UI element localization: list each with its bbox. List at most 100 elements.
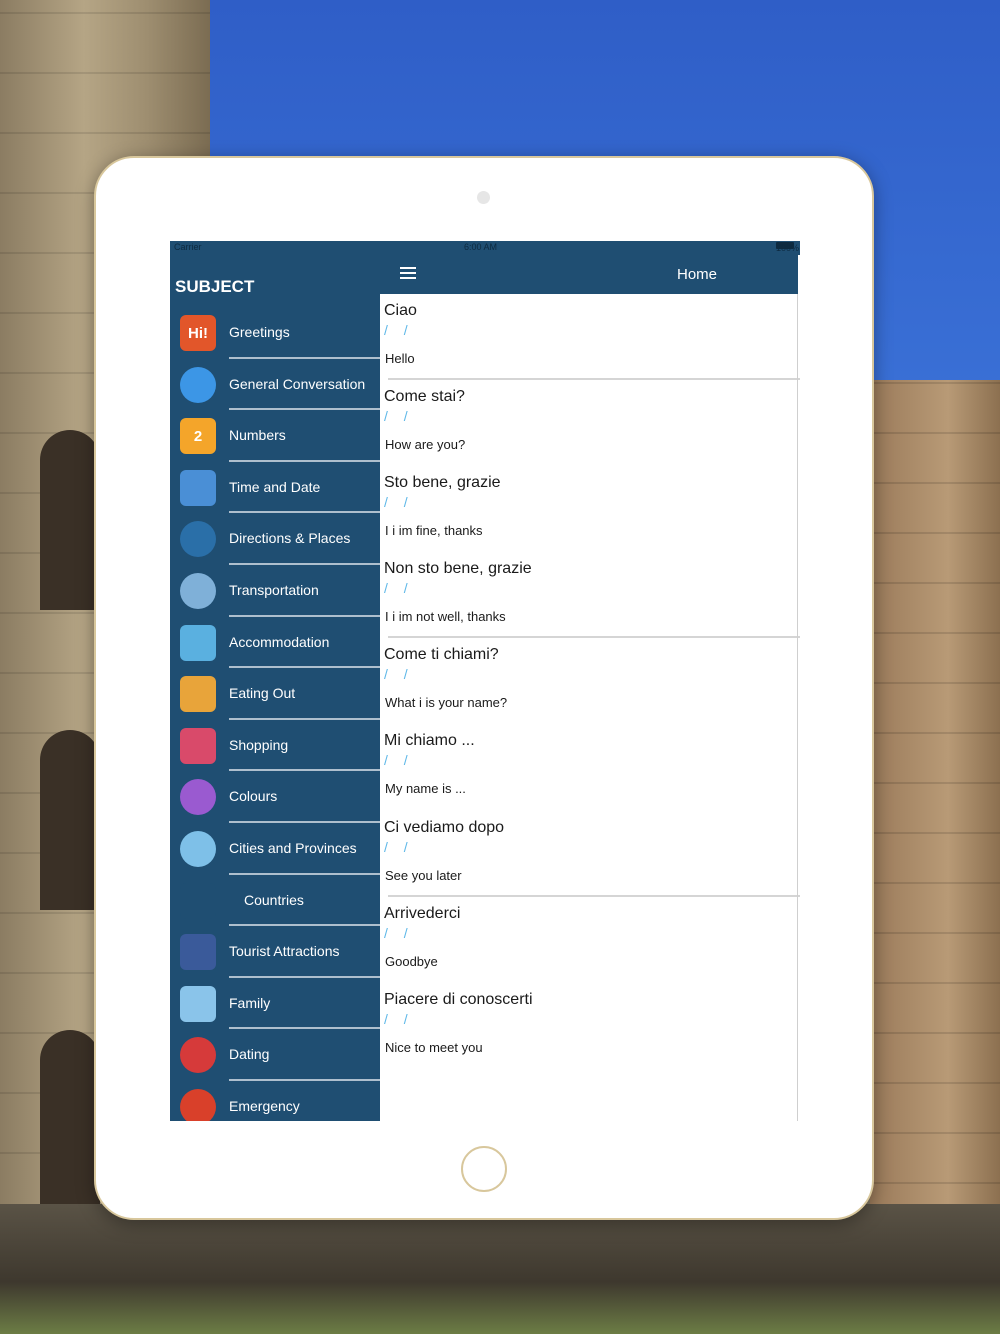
italian-phrase: Ciao	[384, 302, 417, 319]
phrase-row[interactable]: Arrivederci / / Goodbye	[380, 897, 800, 983]
landmark-photo-icon	[180, 934, 216, 971]
speech-bubbles-icon	[180, 366, 216, 403]
phrase-list: Ciao / / Hello Come stai? / / How are you? Sto…	[380, 294, 800, 1121]
clock-label: 6:00 AM	[464, 242, 498, 252]
sidebar-item-numbers[interactable]: 2 Numbers	[170, 410, 380, 462]
english-translation: See you later	[385, 867, 462, 883]
beach-icon	[180, 624, 216, 661]
sidebar-item-shopping[interactable]: Shopping	[170, 720, 380, 772]
sidebar-item-transportation[interactable]: Transportation	[170, 565, 380, 617]
sidebar-item-label: Countries	[244, 891, 304, 908]
sidebar-item-dating[interactable]: Dating	[170, 1029, 380, 1081]
home-button[interactable]	[461, 1146, 507, 1192]
italian-phrase: Come ti chiami?	[384, 646, 499, 664]
english-translation: How are you?	[385, 437, 466, 453]
english-translation: I i im not well, thanks	[385, 609, 506, 625]
scrollbar[interactable]	[797, 294, 798, 1121]
city-icon	[180, 830, 216, 867]
sidebar-item-label: Transportation	[229, 581, 319, 598]
phrase-row[interactable]: Come ti chiami? / / What i is your name?	[380, 638, 800, 724]
shopping-bags-icon	[180, 727, 216, 764]
english-translation: What i is your name?	[385, 695, 508, 711]
sidebar-item-accommodation[interactable]: Accommodation	[170, 617, 380, 669]
english-translation: Goodbye	[385, 953, 438, 969]
tablet-frame: Carrier 6:00 AM 100% SUBJECT Hi! Greeting…	[94, 156, 874, 1220]
pronunciation: / /	[384, 580, 414, 597]
phrase-row[interactable]: Non sto bene, grazie / / I i im not well, …	[380, 552, 800, 639]
sidebar-item-colours[interactable]: Colours	[170, 771, 380, 823]
sidebar-item-emergency[interactable]: Emergency	[170, 1081, 380, 1121]
sidebar-item-label: Family	[229, 994, 271, 1011]
pronunciation: / /	[384, 666, 414, 683]
sidebar-item-label: Greetings	[229, 324, 290, 340]
sidebar-item-label: Dating	[229, 1046, 270, 1063]
battery-percent: 100%	[776, 243, 800, 253]
background-crowd	[0, 1204, 1000, 1334]
sidebar-item-label: Emergency	[229, 1097, 300, 1114]
pronunciation: / /	[384, 752, 414, 769]
pronunciation: / /	[384, 1010, 414, 1027]
emergency-icon	[180, 1088, 216, 1121]
number-two-icon: 2	[180, 418, 216, 455]
sidebar-item-label: Cities and Provinces	[229, 839, 357, 856]
subject-sidebar: SUBJECT Hi! Greetings General Conversation…	[170, 241, 380, 1121]
page-title: Home	[677, 266, 718, 283]
phrase-row[interactable]: Piacere di conoscerti / / Nice to meet you	[380, 983, 800, 1069]
background-colosseum-right	[870, 380, 1000, 1334]
bus-icon	[180, 572, 216, 609]
hi-greeting-icon: Hi!	[180, 315, 216, 351]
sidebar-item-general-conversation[interactable]: General Conversation	[170, 359, 380, 411]
phrase-row[interactable]: Ciao / / Hello	[380, 294, 800, 381]
italian-phrase: Arrivederci	[384, 904, 461, 922]
subject-menu: Hi! Greetings General Conversation 2 Numbers…	[170, 307, 380, 1121]
sidebar-item-directions-places[interactable]: Directions & Places	[170, 513, 380, 565]
pronunciation: / /	[384, 408, 414, 425]
sidebar-item-tourist-attractions[interactable]: Tourist Attractions	[170, 926, 380, 978]
italian-phrase: Non sto bene, grazie	[384, 560, 532, 578]
map-pins-icon	[180, 882, 216, 919]
carrier-label: Carrier	[174, 242, 202, 252]
sidebar-item-cities-and-provinces[interactable]: Cities and Provinces	[170, 823, 380, 875]
italian-phrase: Come stai?	[384, 388, 465, 406]
sidebar-item-label: Eating Out	[229, 685, 296, 702]
sidebar-item-countries[interactable]: Countries	[170, 875, 380, 927]
pronunciation: / /	[384, 838, 414, 855]
sidebar-item-label: Directions & Places	[229, 530, 351, 547]
sidebar-item-label: General Conversation	[229, 375, 366, 392]
english-translation: Hello	[385, 351, 415, 366]
sidebar-item-label: Numbers	[229, 427, 286, 444]
italian-phrase: Piacere di conoscerti	[384, 990, 533, 1008]
family-icon	[180, 985, 216, 1022]
italian-phrase: Ci vediamo dopo	[384, 818, 505, 836]
english-translation: Nice to meet you	[385, 1039, 483, 1055]
sidebar-item-greetings[interactable]: Hi! Greetings	[170, 307, 380, 359]
sidebar-item-label: Shopping	[229, 736, 289, 753]
pronunciation: / /	[384, 924, 414, 941]
phrase-row[interactable]: Come stai? / / How are you?	[380, 380, 800, 466]
phrase-row[interactable]: Ci vediamo dopo / / See you later	[380, 811, 800, 897]
battery-indicator: 100%	[776, 242, 799, 253]
italian-phrase: Mi chiamo ...	[384, 732, 475, 750]
color-wheel-icon	[180, 779, 216, 816]
phrase-row[interactable]: Mi chiamo ... / / My name is ...	[380, 724, 800, 810]
sidebar-item-label: Tourist Attractions	[229, 943, 340, 960]
sidebar-item-family[interactable]: Family	[170, 978, 380, 1030]
compass-icon	[180, 521, 216, 558]
sidebar-item-eating-out[interactable]: Eating Out	[170, 668, 380, 720]
app-screen: Carrier 6:00 AM 100% SUBJECT Hi! Greeting…	[170, 241, 800, 1121]
heart-icon	[180, 1037, 216, 1074]
sidebar-item-time-and-date[interactable]: Time and Date	[170, 462, 380, 514]
calendar-clock-icon	[180, 469, 216, 506]
phrase-row[interactable]: Sto bene, grazie / / I i im fine, thanks	[380, 466, 800, 552]
pronunciation: / /	[384, 322, 414, 338]
food-icon	[180, 676, 216, 713]
sidebar-item-label: Accommodation	[229, 633, 330, 650]
english-translation: I i im fine, thanks	[385, 523, 483, 539]
sidebar-item-label: Time and Date	[229, 478, 321, 495]
camera-icon	[477, 191, 490, 204]
italian-phrase: Sto bene, grazie	[384, 474, 501, 492]
hamburger-menu-icon[interactable]	[400, 267, 416, 279]
sidebar-title: SUBJECT	[175, 277, 255, 296]
english-translation: My name is ...	[385, 781, 466, 797]
status-bar: Carrier 6:00 AM 100%	[170, 241, 800, 255]
